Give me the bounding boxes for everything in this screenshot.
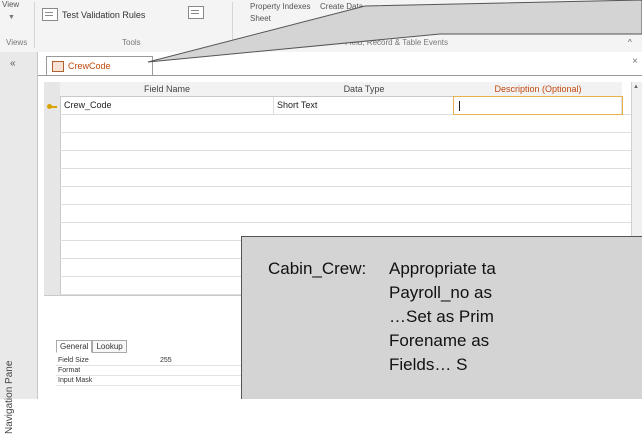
navigation-pane-label: Navigation Pane	[4, 360, 15, 434]
navigation-pane[interactable]: « Navigation Pane	[0, 52, 38, 434]
scroll-up-icon[interactable]: ▲	[633, 84, 639, 90]
text-cursor	[459, 101, 460, 111]
create-data-label: Create Data	[320, 2, 364, 11]
table-icon	[52, 60, 64, 72]
view-button[interactable]: View ▼	[2, 0, 30, 34]
property-sheet-button[interactable]: Property Indexes	[250, 2, 310, 11]
tab-crewcode[interactable]: CrewCode	[46, 56, 153, 75]
row-selector-column[interactable]	[44, 82, 61, 295]
table-row[interactable]	[60, 187, 640, 205]
table-row[interactable]	[60, 133, 640, 151]
tab-divider	[38, 75, 642, 76]
ribbon: View ▼ Test Validation Rules Property In…	[0, 0, 642, 53]
field-name-value: Crew_Code	[64, 100, 112, 110]
property-sheet-label: Property Indexes	[250, 2, 311, 11]
table-row[interactable]: Crew_Code Short Text	[60, 96, 640, 115]
callout-line: Payroll_no as	[389, 283, 493, 302]
table-row[interactable]	[60, 151, 640, 169]
field-name-cell[interactable]: Crew_Code	[60, 97, 274, 114]
property-value: 255	[160, 357, 172, 364]
property-name: Field Size	[58, 357, 89, 364]
view-label: View	[2, 0, 20, 9]
chevron-down-icon: ▼	[8, 14, 15, 21]
create-data-macros-button[interactable]: Create Data	[320, 2, 363, 11]
validation-icon	[42, 8, 58, 21]
callout-line: …Set as Prim	[389, 307, 494, 326]
events-group-label: Field, Record & Table Events	[345, 38, 449, 47]
header-data-type: Data Type	[274, 82, 454, 97]
table-row[interactable]	[60, 205, 640, 223]
close-icon[interactable]: ×	[632, 56, 638, 67]
tab-lookup[interactable]: Lookup	[92, 340, 127, 353]
callout-line: Appropriate ta	[389, 259, 496, 278]
test-validation-label: Test Validation Rules	[62, 9, 146, 20]
callout-box: Cabin_Crew: Appropriate ta Payroll_no as…	[241, 236, 642, 399]
table-row[interactable]	[60, 169, 640, 187]
data-type-value: Short Text	[277, 100, 318, 110]
collapse-nav-icon[interactable]: «	[10, 58, 16, 69]
sheet-label: Sheet	[250, 14, 271, 23]
tab-title: CrewCode	[68, 61, 111, 71]
description-cell[interactable]	[453, 96, 623, 115]
test-validation-rules-button[interactable]: Test Validation Rules	[42, 8, 145, 21]
tools-group-label: Tools	[122, 38, 141, 47]
properties-tabs: General Lookup	[56, 340, 127, 353]
callout-line: Fields… S	[389, 355, 468, 374]
table-row[interactable]	[60, 115, 640, 133]
property-name: Input Mask	[58, 377, 93, 384]
tab-general[interactable]: General	[56, 340, 93, 353]
primary-key-icon	[47, 103, 57, 110]
collapse-ribbon-icon[interactable]: ^	[628, 38, 632, 47]
views-group-label: Views	[6, 38, 28, 47]
header-field-name: Field Name	[60, 82, 274, 97]
lookup-icon	[188, 6, 204, 19]
modify-lookups-button[interactable]	[188, 6, 204, 19]
ribbon-separator	[34, 2, 35, 48]
callout-label: Cabin_Crew:	[268, 259, 367, 278]
data-type-cell[interactable]: Short Text	[274, 97, 454, 114]
ribbon-separator	[232, 2, 233, 48]
property-name: Format	[58, 367, 81, 374]
header-description: Description (Optional)	[454, 82, 622, 97]
callout-line: Forename as	[389, 331, 490, 350]
